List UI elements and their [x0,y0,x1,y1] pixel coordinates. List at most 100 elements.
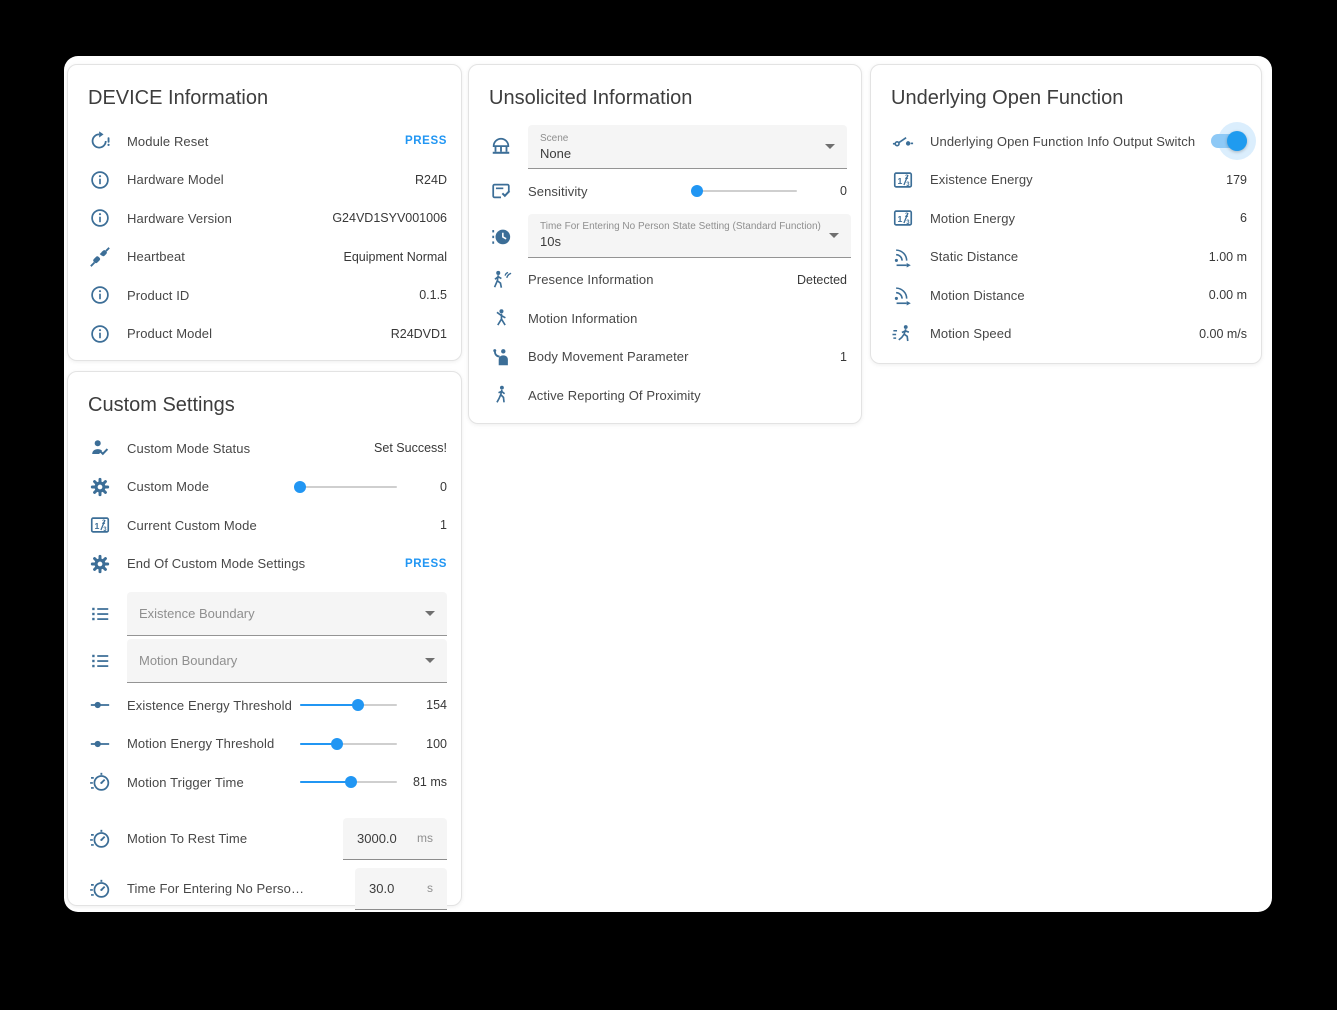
heartbeat-row: Heartbeat Equipment Normal [68,238,461,277]
info-icon [88,168,112,192]
motion-to-rest-time-input[interactable]: 3000.0 ms [343,818,447,860]
custom-mode-row: Custom Mode 0 [68,468,461,507]
input-unit: ms [417,831,433,845]
row-label: Motion Speed [930,326,1189,341]
select-label: Motion Boundary [139,653,417,668]
row-label: Motion Trigger Time [127,775,292,790]
row-label: Existence Energy Threshold [127,698,292,713]
numbers-icon [891,168,915,192]
product-id-row: Product ID 0.1.5 [68,276,461,315]
time-entering-no-person-input[interactable]: 30.0 s [355,868,447,910]
presence-information-value: Detected [797,273,847,287]
motion-distance-row: Motion Distance 0.00 m [871,276,1261,315]
row-label: Hardware Model [127,172,405,187]
row-label: Heartbeat [127,249,333,264]
row-label: Active Reporting Of Proximity [528,388,837,403]
scene-row: Scene None [469,125,861,169]
info-icon [88,206,112,230]
motion-energy-threshold-slider[interactable] [300,737,397,751]
motion-energy-row: Motion Energy 6 [871,199,1261,238]
motion-energy-threshold-value: 100 [407,737,447,751]
current-custom-mode-row: Current Custom Mode 1 [68,506,461,545]
commit-icon [88,732,112,756]
select-caption: Scene [540,133,817,144]
row-label: Current Custom Mode [127,518,430,533]
heartbeat-value: Equipment Normal [343,250,447,264]
info-icon [88,283,112,307]
custom-settings-title: Custom Settings [88,389,447,429]
hardware-model-row: Hardware Model R24D [68,161,461,200]
existence-energy-row: Existence Energy 179 [871,161,1261,200]
timer-icon [88,827,112,851]
chevron-down-icon [825,144,835,149]
motion-trigger-time-slider[interactable] [300,775,397,789]
slider-thumb[interactable] [331,738,343,750]
time-no-person-setting-select[interactable]: Time For Entering No Person State Settin… [528,214,851,258]
time-no-person-setting-row: Time For Entering No Person State Settin… [469,214,861,258]
row-label: Product ID [127,288,409,303]
motion-information-row: Motion Information [469,299,861,338]
motion-trigger-time-row: Motion Trigger Time 81 ms [68,763,461,802]
row-label: Product Model [127,326,381,341]
existence-boundary-select[interactable]: Existence Boundary [127,592,447,636]
reset-icon [88,129,112,153]
end-custom-mode-press-button[interactable]: PRESS [405,558,447,570]
switch-icon [891,129,915,153]
list-icon [88,602,112,626]
presence-icon [489,268,513,292]
time-entering-no-person-row: Time For Entering No Perso… 30.0 s [68,864,461,914]
presence-information-row: Presence Information Detected [469,261,861,300]
row-label: Existence Energy [930,172,1216,187]
motion-person-icon [489,306,513,330]
row-label: Module Reset [127,134,395,149]
scene-select[interactable]: Scene None [528,125,847,169]
hardware-version-value: G24VD1SYV001006 [332,211,447,225]
list-icon [88,649,112,673]
body-movement-parameter-value: 1 [840,350,847,364]
body-movement-parameter-row: Body Movement Parameter 1 [469,338,861,377]
gear-icon [88,475,112,499]
slider-thumb[interactable] [691,185,703,197]
custom-mode-slider[interactable] [300,480,397,494]
hardware-model-value: R24D [415,173,447,187]
time-setting-selected-value: 10s [540,234,821,249]
app-content-area: DEVICE Information Module Reset PRESS Ha… [64,56,1272,912]
sensitivity-slider[interactable] [697,184,797,198]
fact-check-icon [489,179,513,203]
module-reset-press-button[interactable]: PRESS [405,135,447,147]
row-label: End Of Custom Mode Settings [127,556,395,571]
motion-trigger-time-value: 81 ms [407,775,447,789]
existence-energy-value: 179 [1226,173,1247,187]
row-label: Custom Mode [127,479,292,494]
row-label: Custom Mode Status [127,441,364,456]
device-card-title: DEVICE Information [88,82,447,122]
row-label: Motion To Rest Time [127,831,333,846]
custom-settings-card: Custom Settings Custom Mode Status Set S… [67,371,462,906]
unsolicited-title: Unsolicited Information [489,82,847,122]
motion-energy-threshold-row: Motion Energy Threshold 100 [68,725,461,764]
sensitivity-row: Sensitivity 0 [469,172,861,211]
motion-speed-value: 0.00 m/s [1199,327,1247,341]
unsolicited-information-card: Unsolicited Information Scene None Sensi… [468,64,862,424]
row-label: Time For Entering No Perso… [127,881,345,896]
existence-energy-threshold-slider[interactable] [300,698,397,712]
scene-selected-value: None [540,146,817,161]
motion-boundary-select[interactable]: Motion Boundary [127,639,447,683]
motion-distance-value: 0.00 m [1209,288,1247,302]
chevron-down-icon [829,233,839,238]
slider-thumb[interactable] [294,481,306,493]
static-distance-value: 1.00 m [1209,250,1247,264]
select-caption: Time For Entering No Person State Settin… [540,221,821,232]
info-output-switch-row: Underlying Open Function Info Output Swi… [871,122,1261,161]
slider-thumb[interactable] [345,776,357,788]
existence-energy-threshold-row: Existence Energy Threshold 154 [68,686,461,725]
underlying-open-function-card: Underlying Open Function Underlying Open… [870,64,1262,364]
motion-energy-value: 6 [1240,211,1247,225]
module-reset-row: Module Reset PRESS [68,122,461,161]
slider-thumb[interactable] [352,699,364,711]
existence-boundary-row: Existence Boundary [68,592,461,636]
info-output-toggle[interactable] [1211,131,1247,151]
timer-icon [88,877,112,901]
row-label: Body Movement Parameter [528,349,830,364]
existence-energy-threshold-value: 154 [407,698,447,712]
